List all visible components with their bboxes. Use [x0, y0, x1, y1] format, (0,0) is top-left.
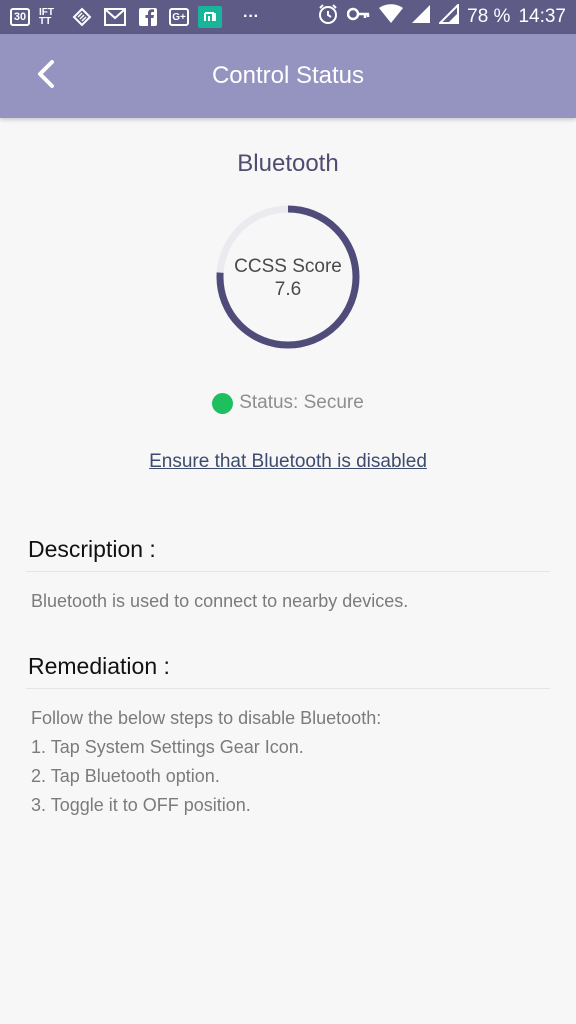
description-divider: [26, 571, 550, 572]
description-heading: Description :: [28, 536, 156, 562]
battery-text: 78 %: [467, 6, 511, 27]
alarm-icon: [317, 3, 339, 31]
app-bar: Control Status: [0, 34, 576, 118]
score-block: CCSS Score 7.6: [214, 255, 362, 301]
status-bar: 30 IFT TT G+ ··· 78 % 14:37: [0, 0, 576, 34]
status-text: Status: Secure: [239, 392, 364, 413]
clock-text: 14:37: [518, 6, 566, 27]
calendar-icon: 30: [10, 8, 30, 26]
mi-icon: [198, 6, 222, 28]
wifi-icon: [379, 4, 404, 30]
score-label: CCSS Score: [234, 256, 342, 277]
action-link[interactable]: Ensure that Bluetooth is disabled: [0, 451, 576, 473]
remediation-heading: Remediation :: [28, 653, 170, 679]
layers-icon: [70, 6, 94, 28]
control-name: Bluetooth: [237, 150, 339, 177]
more-icon: ···: [243, 8, 259, 25]
remediation-step: 1. Tap System Settings Gear Icon.: [31, 737, 304, 757]
signal-2-icon: [437, 2, 460, 30]
status-row: Status: Secure: [0, 392, 576, 414]
remediation-intro: Follow the below steps to disable Blueto…: [31, 708, 382, 728]
description-text: Bluetooth is used to connect to nearby d…: [31, 591, 409, 611]
key-icon: [346, 6, 371, 28]
remediation-divider: [26, 688, 550, 689]
google-plus-icon: G+: [169, 8, 189, 26]
remediation-step: 3. Toggle it to OFF position.: [31, 795, 251, 815]
ifttt-icon: IFT TT: [39, 7, 54, 27]
score-value: 7.6: [274, 279, 302, 300]
facebook-icon: [136, 6, 160, 28]
remediation-text: Follow the below steps to disable Blueto…: [31, 704, 381, 820]
page-title: Control Status: [211, 62, 365, 89]
remediation-step: 2. Tap Bluetooth option.: [31, 766, 220, 786]
signal-icon: [411, 4, 431, 30]
status-dot: [212, 392, 234, 414]
gmail-icon: [103, 6, 127, 28]
